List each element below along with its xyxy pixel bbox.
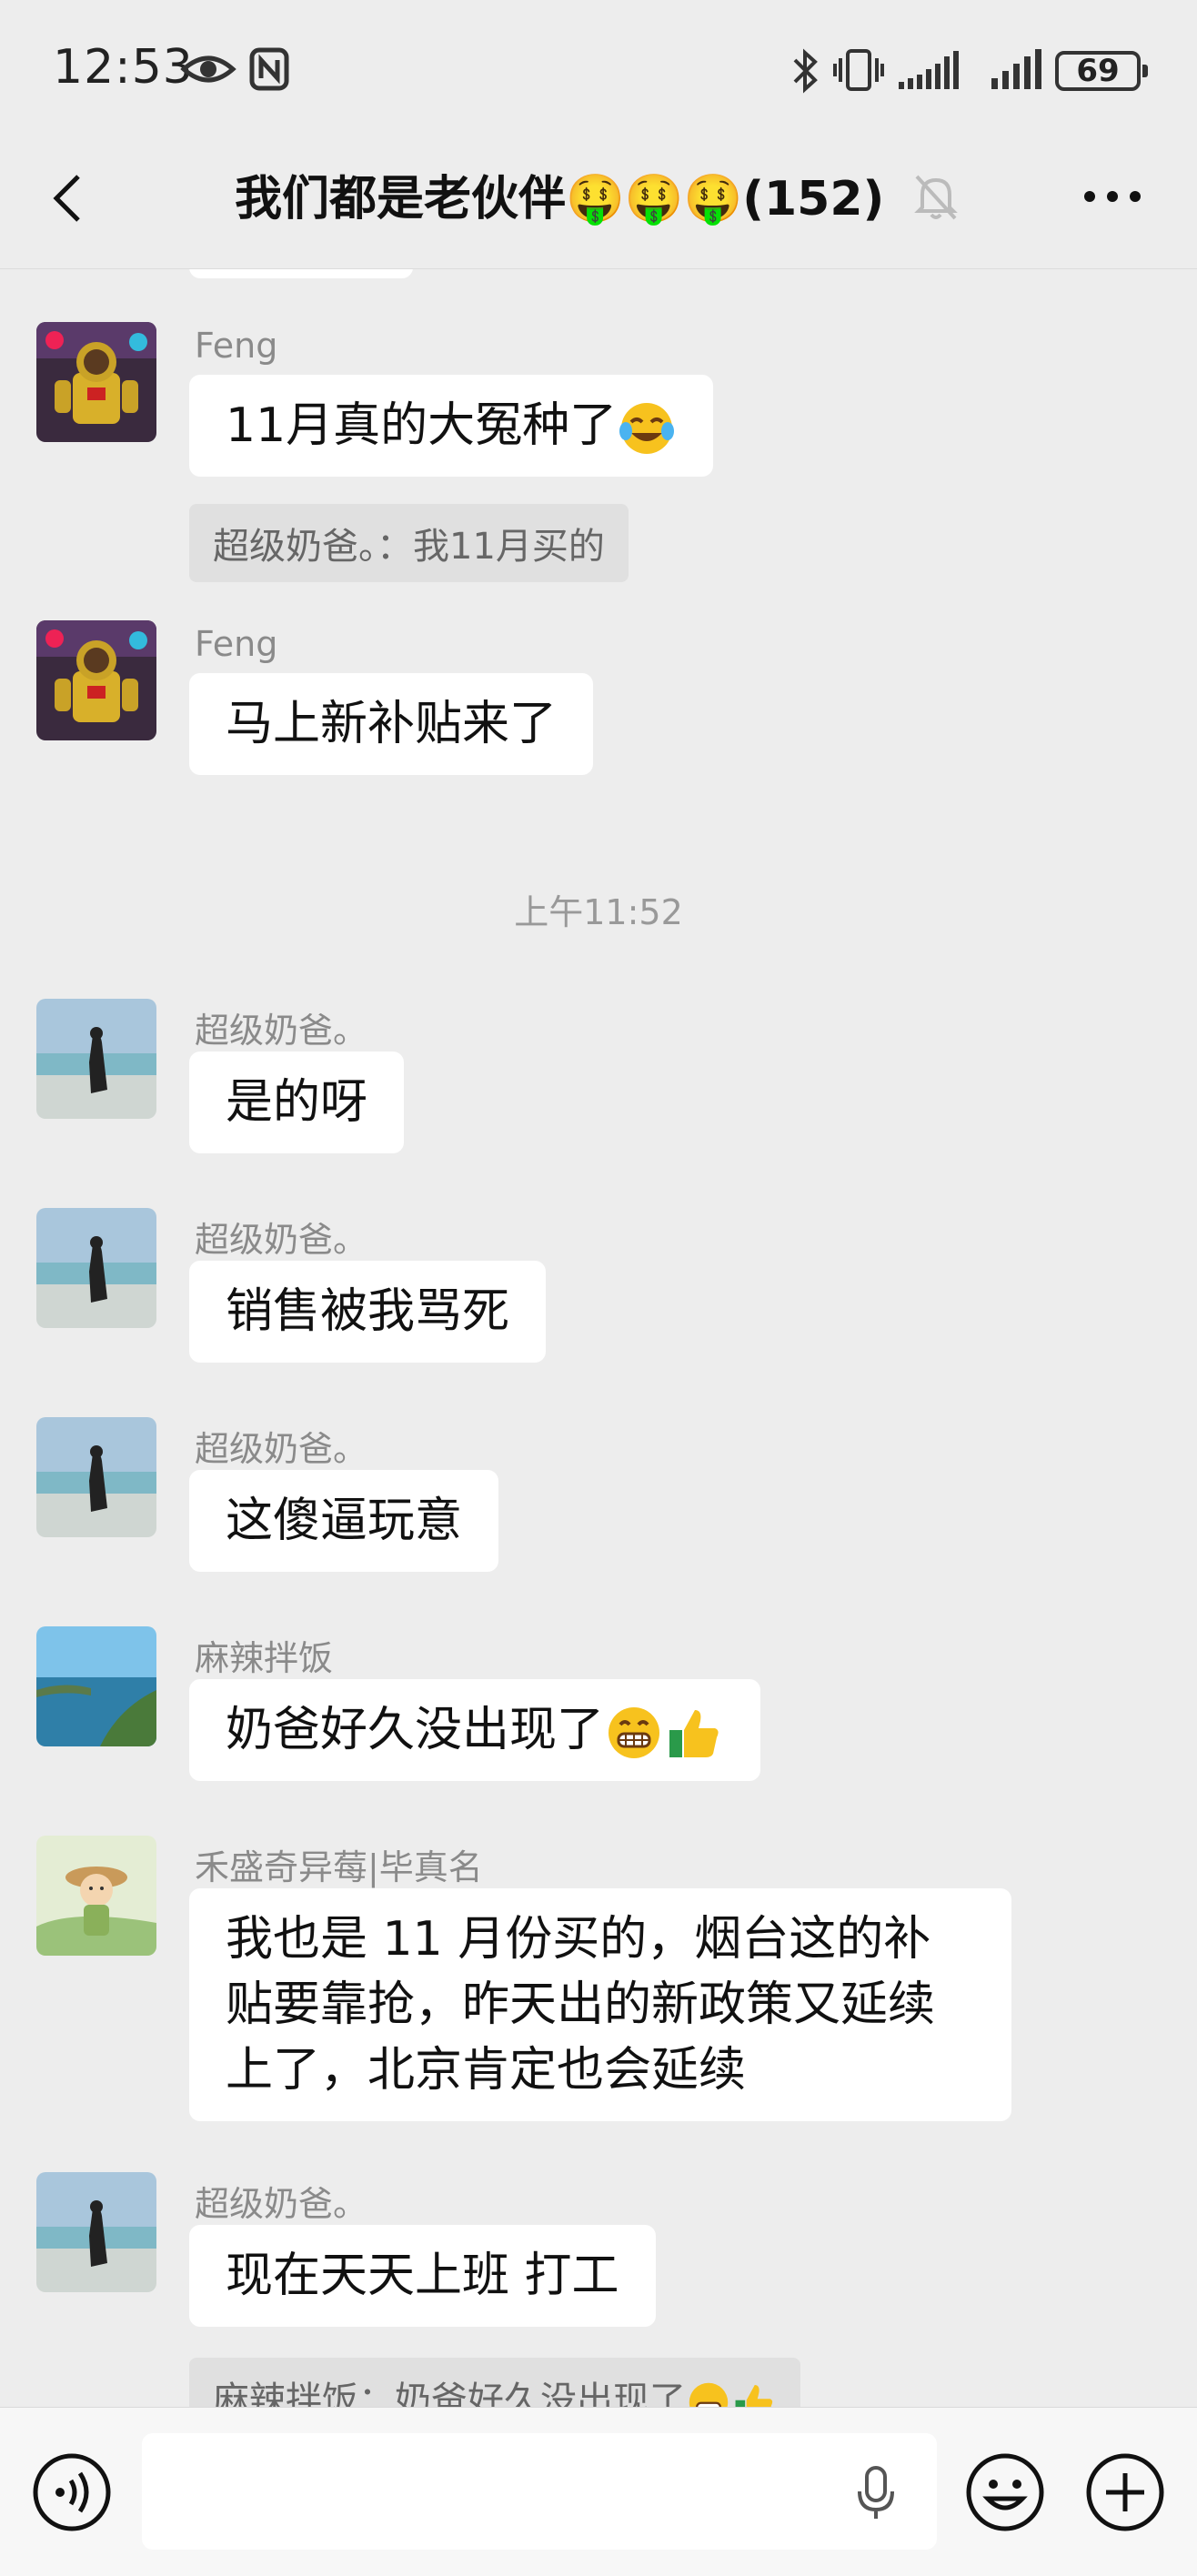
status-time: 12:53: [53, 40, 194, 95]
message-list[interactable]: Feng 11月真的大冤种了 超级奶爸。：我11月买的 Feng 马上新补贴来了: [0, 269, 1197, 2407]
mute-bell-icon: [914, 175, 958, 220]
sender-name: 超级奶爸。: [195, 1220, 368, 1260]
message-bubble[interactable]: 11月真的大冤种了: [189, 375, 714, 477]
sender-name: 麻辣拌饭: [195, 1638, 334, 1678]
sender-name: 超级奶爸。: [195, 1011, 368, 1051]
bluetooth-icon: [793, 48, 818, 94]
signal-2-icon: [991, 49, 1041, 89]
laughing-tears-emoji: [619, 403, 675, 454]
quoted-text: 麻辣拌饭：奶爸好久没出现了: [213, 2380, 686, 2407]
message-text: 马上新补贴来了: [226, 697, 558, 751]
message-text: 是的呀: [226, 1075, 368, 1130]
message-bubble[interactable]: 销售被我骂死: [189, 1261, 547, 1363]
input-bar: [0, 2407, 1197, 2576]
message-bubble[interactable]: 我也是 11 月份买的，烟台这的补贴要靠抢，昨天出的新政策又延续上了，北京肯定也…: [189, 1888, 1011, 2121]
sender-name: 超级奶爸。: [195, 2184, 368, 2224]
quoted-message[interactable]: 麻辣拌饭：奶爸好久没出现了: [189, 2358, 800, 2407]
message-input[interactable]: [142, 2433, 937, 2550]
mic-icon[interactable]: [855, 2464, 897, 2522]
message-text: 这傻逼玩意: [226, 1494, 463, 1548]
signal-1-icon: [899, 51, 959, 89]
avatar-super-dad[interactable]: [36, 1417, 156, 1537]
previous-message-bubble: [189, 269, 413, 278]
sender-name: 超级奶爸。: [195, 1429, 368, 1469]
avatar-mala[interactable]: [36, 1626, 156, 1746]
nfc-icon: [249, 47, 289, 91]
sender-name: Feng: [195, 326, 278, 366]
timestamp: 上午11:52: [514, 892, 683, 932]
thumbs-up-emoji: [735, 2385, 773, 2407]
message-bubble[interactable]: 马上新补贴来了: [189, 673, 594, 775]
chat-header: 我们都是老伙伴🤑🤑🤑(152): [0, 136, 1197, 269]
message-bubble[interactable]: 奶爸好久没出现了: [189, 1679, 761, 1781]
avatar-feng[interactable]: [36, 322, 156, 442]
message-text: 我也是 11 月份买的，烟台这的补贴要靠抢，昨天出的新政策又延续上了，北京肯定也…: [226, 1912, 936, 2098]
chat-title: 我们都是老伙伴🤑🤑🤑(152): [235, 172, 885, 226]
more-icon[interactable]: [1081, 169, 1144, 224]
vibrate-icon: [833, 49, 884, 91]
sender-name: 禾盛奇异莓|毕真名: [195, 1847, 483, 1887]
back-icon[interactable]: [44, 171, 98, 226]
avatar-super-dad[interactable]: [36, 999, 156, 1119]
thumbs-up-emoji: [669, 1710, 719, 1757]
avatar-feng[interactable]: [36, 620, 156, 740]
message-text: 现在天天上班 打工: [226, 2249, 619, 2303]
battery-indicator: 69: [1055, 51, 1148, 91]
message-bubble[interactable]: 这傻逼玩意: [189, 1470, 499, 1572]
plus-icon[interactable]: [1084, 2451, 1166, 2533]
voice-icon[interactable]: [31, 2451, 113, 2533]
grin-emoji: [609, 1707, 660, 1758]
sender-name: Feng: [195, 624, 278, 664]
avatar-super-dad[interactable]: [36, 1208, 156, 1328]
message-text: 11月真的大冤种了: [226, 398, 618, 453]
message-text: 销售被我骂死: [226, 1284, 510, 1339]
message-bubble[interactable]: 现在天天上班 打工: [189, 2225, 656, 2327]
grin-emoji: [689, 2382, 729, 2407]
emoji-icon[interactable]: [964, 2451, 1046, 2533]
status-bar: 12:53 69: [0, 0, 1197, 136]
message-text: 奶爸好久没出现了: [226, 1703, 605, 1757]
eye-icon: [180, 55, 236, 83]
avatar-super-dad[interactable]: [36, 2172, 156, 2292]
avatar-kiwi[interactable]: [36, 1836, 156, 1956]
quoted-message[interactable]: 超级奶爸。：我11月买的: [189, 504, 629, 582]
message-bubble[interactable]: 是的呀: [189, 1052, 405, 1153]
